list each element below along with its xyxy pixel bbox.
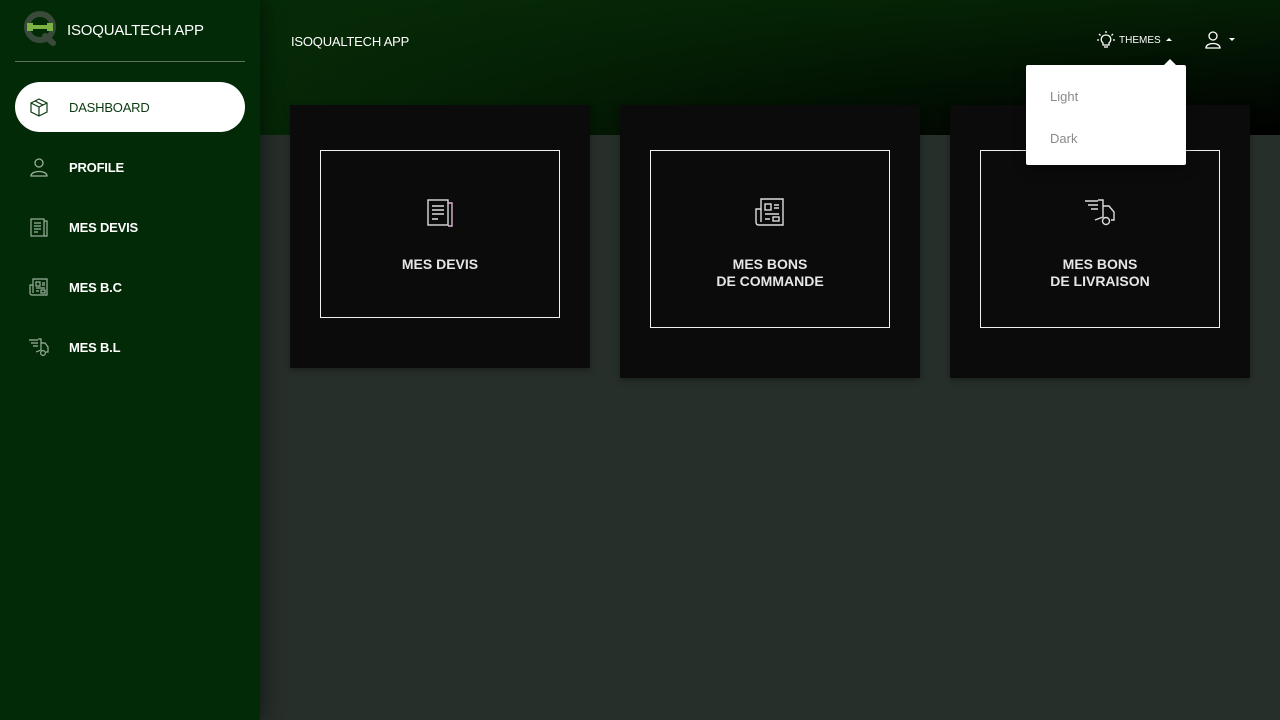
sidebar-item-label: PROFILE [69,160,124,175]
sidebar-item-label: MES B.C [69,280,122,295]
box-icon [30,98,48,117]
card-link-mes-bons-de-livraison[interactable]: MES BONS DE LIVRAISON [980,150,1220,328]
page-title: ISOQUALTECH APP [291,34,410,49]
themes-label: THEMES [1119,35,1161,46]
sidebar-item-dashboard[interactable]: DASHBOARD [15,82,245,132]
themes-dropdown-menu: Light Dark [1026,59,1186,165]
caret-up-icon [1166,38,1172,41]
sidebar-item-label: MES DEVIS [69,220,138,235]
newspaper-icon [29,278,48,296]
sidebar-item-mes-bc[interactable]: MES B.C [15,262,245,312]
card-link-mes-devis[interactable]: MES DEVIS [320,150,560,318]
card-mes-bons-de-commande: MES BONS DE COMMANDE [620,105,920,378]
delivery-truck-icon [1085,199,1115,226]
document-icon [427,199,453,227]
card-mes-devis: MES DEVIS [290,105,590,368]
user-icon [1205,31,1221,49]
sidebar: ISOQUALTECH APP DASHBOARD PROFILE MES DE… [0,0,260,720]
caret-down-icon [1229,38,1235,41]
theme-option-light[interactable]: Light [1026,79,1186,115]
card-label: MES BONS DE COMMANDE [716,256,824,289]
document-icon [30,218,48,237]
sidebar-item-mes-devis[interactable]: MES DEVIS [15,202,245,252]
sidebar-item-label: MES B.L [69,340,121,355]
newspaper-icon [755,198,784,226]
card-label: MES BONS DE LIVRAISON [1050,256,1150,289]
sidebar-item-mes-bl[interactable]: MES B.L [15,322,245,372]
card-link-mes-bons-de-commande[interactable]: MES BONS DE COMMANDE [650,150,890,328]
lightbulb-icon [1097,31,1115,48]
brand[interactable]: ISOQUALTECH APP [15,0,245,62]
themes-dropdown-toggle[interactable]: THEMES [1096,30,1176,50]
sidebar-item-profile[interactable]: PROFILE [15,142,245,192]
app-logo-icon [24,11,56,46]
user-icon [30,158,48,177]
delivery-truck-icon [29,338,49,357]
card-label: MES DEVIS [401,256,479,272]
brand-name: ISOQUALTECH APP [67,22,204,39]
sidebar-item-label: DASHBOARD [69,100,150,115]
theme-option-dark[interactable]: Dark [1026,121,1186,157]
user-menu-toggle[interactable] [1203,30,1239,50]
